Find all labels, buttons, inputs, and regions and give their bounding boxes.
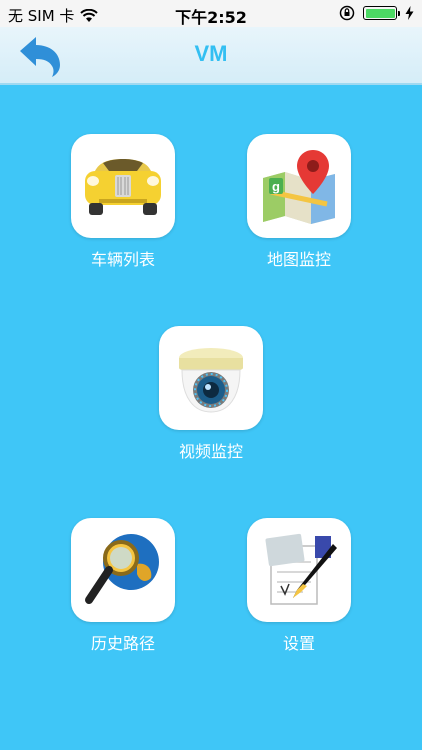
history-route-label: 历史路径 [90, 634, 155, 653]
vehicle-list-button[interactable] [71, 134, 175, 238]
map-monitor-button[interactable]: g [247, 134, 351, 238]
map-monitor-tile[interactable]: g 地图监控 [247, 134, 351, 269]
nav-bar: VM [0, 27, 422, 85]
battery-icon [363, 6, 400, 20]
map-monitor-label: 地图监控 [266, 250, 331, 269]
video-monitor-label: 视频监控 [178, 442, 243, 461]
history-route-button[interactable] [71, 518, 175, 622]
pen-document-icon [265, 533, 337, 605]
camera-icon [179, 348, 243, 413]
status-bar: 无 SIM 卡 下午2:52 [0, 0, 422, 27]
video-monitor-tile[interactable]: 视频监控 [159, 326, 263, 461]
status-right [339, 5, 414, 21]
map-icon: g [263, 150, 335, 224]
globe-magnifier-icon [85, 534, 159, 604]
settings-tile[interactable]: 设置 [247, 518, 351, 653]
svg-text:g: g [272, 179, 280, 194]
car-icon [85, 159, 161, 215]
charging-icon [405, 6, 414, 20]
rotation-lock-icon [339, 5, 355, 21]
history-route-tile[interactable]: 历史路径 [71, 518, 175, 653]
video-monitor-button[interactable] [159, 326, 263, 430]
settings-button[interactable] [247, 518, 351, 622]
vehicle-list-tile[interactable]: 车辆列表 [71, 134, 175, 269]
settings-label: 设置 [282, 634, 315, 653]
page-title: VM [194, 41, 228, 66]
vehicle-list-label: 车辆列表 [90, 250, 155, 269]
